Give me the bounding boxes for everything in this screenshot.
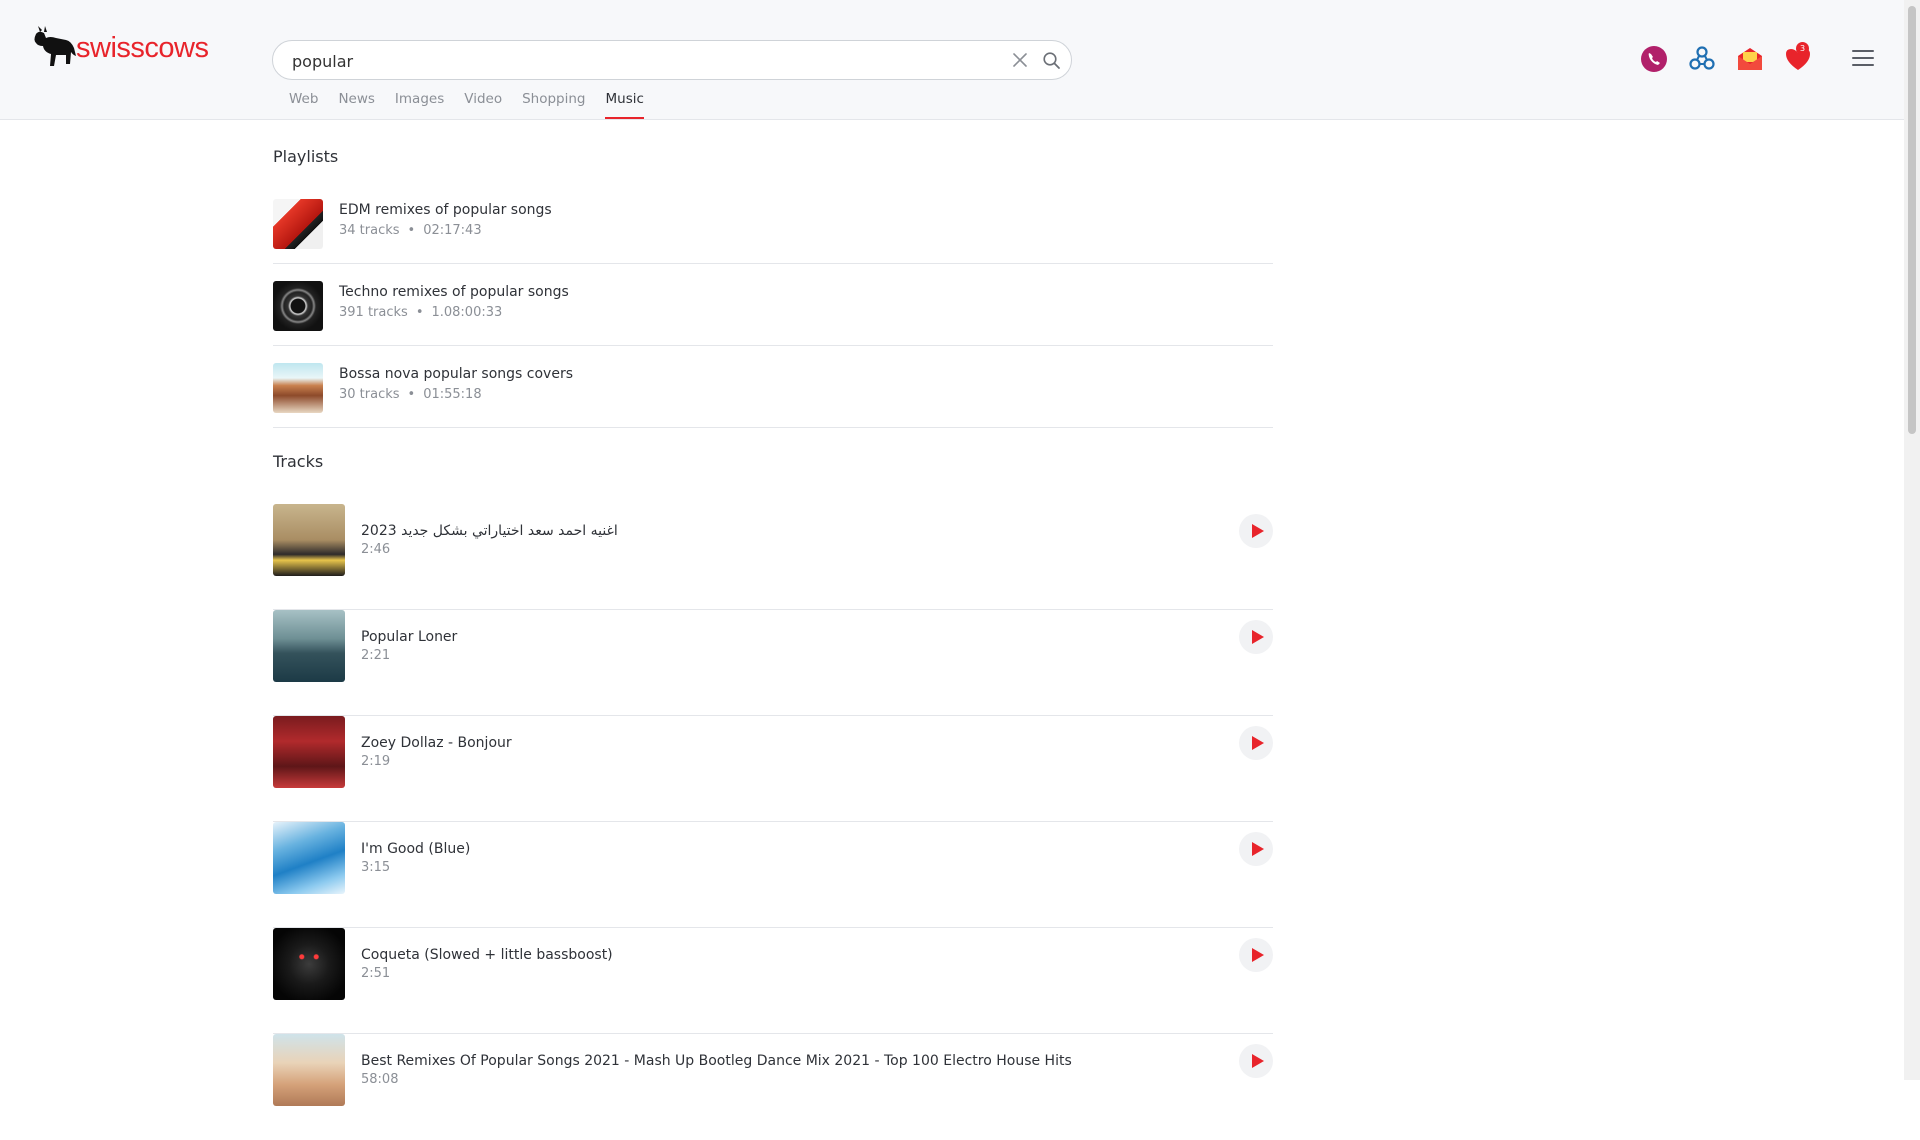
search-tabs: Web News Images Video Shopping Music — [289, 88, 664, 119]
play-button[interactable] — [1239, 514, 1273, 548]
track-title: Best Remixes Of Popular Songs 2021 - Mas… — [361, 1053, 1072, 1069]
hamburger-menu-icon[interactable] — [1852, 50, 1874, 68]
track-cover — [273, 822, 345, 894]
separator-dot: • — [407, 387, 416, 402]
playlist-item[interactable]: Bossa nova popular songs covers 30 track… — [273, 346, 1273, 428]
tab-images[interactable]: Images — [395, 88, 444, 119]
tab-news[interactable]: News — [338, 88, 374, 119]
playlist-meta: 30 tracks • 01:55:18 — [339, 387, 482, 402]
track-duration: 3:15 — [361, 860, 391, 875]
track-cover — [273, 716, 345, 788]
tab-web[interactable]: Web — [289, 88, 318, 119]
playlists-heading: Playlists — [273, 147, 339, 166]
playlist-duration: 02:17:43 — [423, 223, 482, 238]
track-item[interactable]: Coqueta (Slowed + little bassboost) 2:51 — [273, 928, 1273, 1034]
playlist-meta: 391 tracks • 1.08:00:33 — [339, 305, 502, 320]
play-button[interactable] — [1239, 1044, 1273, 1078]
top-header: swisscows Web News Images Video Shopping… — [0, 0, 1904, 120]
brand-name: swisscows — [76, 31, 209, 64]
track-cover — [273, 504, 345, 576]
playlist-cover — [273, 199, 323, 249]
track-duration: 2:21 — [361, 648, 391, 663]
play-button[interactable] — [1239, 832, 1273, 866]
cow-logo-icon — [34, 26, 76, 66]
track-cover — [273, 928, 345, 1000]
track-item[interactable]: Popular Loner 2:21 — [273, 610, 1273, 716]
track-title: Coqueta (Slowed + little bassboost) — [361, 947, 613, 963]
play-button[interactable] — [1239, 726, 1273, 760]
track-title: Popular Loner — [361, 629, 458, 645]
playlist-track-count: 391 tracks — [339, 305, 408, 320]
playlist-title: EDM remixes of popular songs — [339, 202, 552, 218]
search-input[interactable] — [290, 41, 954, 81]
track-item[interactable]: I'm Good (Blue) 3:15 — [273, 822, 1273, 928]
track-item[interactable]: Best Remixes Of Popular Songs 2021 - Mas… — [273, 1034, 1273, 1140]
email-icon[interactable] — [1734, 43, 1766, 75]
track-title: اغنيه احمد سعد اختياراتي بشكل جديد 2023 — [361, 523, 618, 539]
playlist-duration: 1.08:00:33 — [431, 305, 503, 320]
phone-shield-icon[interactable] — [1638, 43, 1670, 75]
track-duration: 2:46 — [361, 542, 391, 557]
playlist-cover — [273, 363, 323, 413]
playlist-track-count: 34 tracks — [339, 223, 400, 238]
swisscows-logo[interactable]: swisscows — [30, 22, 209, 74]
scrollbar-thumb[interactable] — [1908, 6, 1916, 434]
playlist-item[interactable]: EDM remixes of popular songs 34 tracks • 0… — [273, 182, 1273, 264]
page-scrollbar[interactable] — [1904, 0, 1920, 1080]
track-duration: 2:19 — [361, 754, 391, 769]
playlist-title: Bossa nova popular songs covers — [339, 366, 574, 382]
track-cover — [273, 610, 345, 682]
playlist-cover — [273, 281, 323, 331]
search-bar — [272, 40, 1072, 81]
clear-search-icon[interactable] — [1011, 51, 1029, 69]
separator-dot: • — [415, 305, 424, 320]
playlist-item[interactable]: Techno remixes of popular songs 391 trac… — [273, 264, 1273, 346]
separator-dot: • — [407, 223, 416, 238]
tab-video[interactable]: Video — [464, 88, 502, 119]
tracks-heading: Tracks — [273, 452, 324, 471]
tab-shopping[interactable]: Shopping — [522, 88, 585, 119]
track-title: I'm Good (Blue) — [361, 841, 471, 857]
playlist-meta: 34 tracks • 02:17:43 — [339, 223, 482, 238]
play-button[interactable] — [1239, 938, 1273, 972]
favorites-count-badge: 3 — [1796, 42, 1809, 55]
tab-music[interactable]: Music — [605, 88, 645, 119]
play-button[interactable] — [1239, 620, 1273, 654]
track-item[interactable]: اغنيه احمد سعد اختياراتي بشكل جديد 2023 … — [273, 504, 1273, 610]
track-cover — [273, 1034, 345, 1106]
playlist-duration: 01:55:18 — [423, 387, 482, 402]
track-item[interactable]: Zoey Dollaz - Bonjour 2:19 — [273, 716, 1273, 822]
track-title: Zoey Dollaz - Bonjour — [361, 735, 512, 751]
search-icon[interactable] — [1042, 51, 1061, 70]
network-icon[interactable] — [1686, 43, 1718, 75]
track-duration: 2:51 — [361, 966, 391, 981]
playlist-title: Techno remixes of popular songs — [339, 284, 569, 300]
playlist-track-count: 30 tracks — [339, 387, 400, 402]
